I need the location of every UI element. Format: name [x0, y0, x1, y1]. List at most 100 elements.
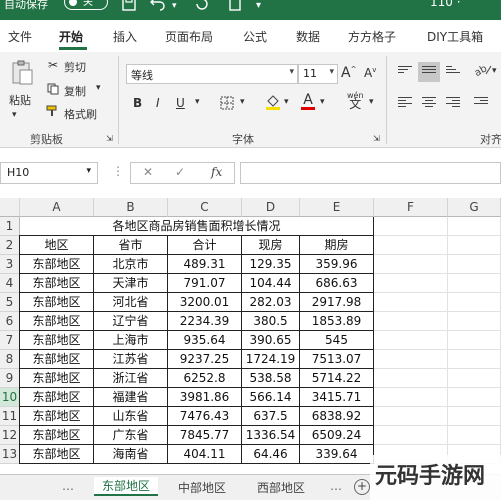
column-header[interactable]: F	[374, 198, 448, 217]
print-preview-icon[interactable]	[228, 0, 242, 15]
table-cell[interactable]: 404.11	[167, 444, 242, 464]
table-header-cell[interactable]: 现房	[241, 235, 300, 255]
column-header[interactable]: C	[168, 198, 242, 217]
table-cell[interactable]: 2917.98	[299, 292, 374, 312]
format-painter-button[interactable]: 格式刷	[64, 106, 97, 122]
cell[interactable]	[448, 331, 501, 350]
fill-color-dropdown-icon[interactable]: ▾	[284, 97, 289, 107]
cell[interactable]	[448, 217, 501, 236]
align-bottom-icon[interactable]	[446, 66, 460, 78]
table-header-cell[interactable]: 省市	[93, 235, 168, 255]
table-cell[interactable]: 东部地区	[19, 349, 94, 369]
table-cell[interactable]: 海南省	[93, 444, 168, 464]
tab-file[interactable]: 文件	[8, 28, 32, 45]
table-cell[interactable]: 129.35	[241, 254, 300, 274]
row-header[interactable]: 13	[0, 445, 20, 464]
table-cell[interactable]: 广东省	[93, 425, 168, 445]
table-cell[interactable]: 359.96	[299, 254, 374, 274]
add-sheet-button[interactable]: +	[354, 479, 370, 495]
row-header[interactable]: 9	[0, 369, 20, 388]
paste-button[interactable]: 粘贴	[9, 92, 31, 108]
table-cell[interactable]: 东部地区	[19, 311, 94, 331]
table-cell[interactable]: 东部地区	[19, 387, 94, 407]
decrease-indent-icon[interactable]	[474, 97, 488, 109]
table-cell[interactable]: 北京市	[93, 254, 168, 274]
table-cell[interactable]: 江苏省	[93, 349, 168, 369]
cell[interactable]	[448, 369, 501, 388]
row-header[interactable]: 3	[0, 255, 20, 274]
table-cell[interactable]: 282.03	[241, 292, 300, 312]
cell[interactable]	[448, 388, 501, 407]
row-header[interactable]: 1	[0, 217, 20, 236]
table-header-cell[interactable]: 期房	[299, 235, 374, 255]
table-cell[interactable]: 6252.8	[167, 368, 242, 388]
cell[interactable]	[448, 407, 501, 426]
align-left-icon[interactable]	[398, 97, 412, 109]
table-cell[interactable]: 1724.19	[241, 349, 300, 369]
phonetic-button[interactable]: wén 文	[347, 91, 364, 110]
copy-button[interactable]: 复制	[64, 83, 86, 99]
format-painter-icon[interactable]	[46, 105, 60, 120]
undo-icon[interactable]	[150, 0, 166, 15]
column-header[interactable]: A	[20, 198, 94, 217]
orientation-dropdown-icon[interactable]: ▾	[492, 66, 497, 76]
table-cell[interactable]: 3200.01	[167, 292, 242, 312]
table-cell[interactable]: 山东省	[93, 406, 168, 426]
table-cell[interactable]: 上海市	[93, 330, 168, 350]
cut-button[interactable]: 剪切	[64, 59, 86, 75]
table-cell[interactable]: 637.5	[241, 406, 300, 426]
italic-button[interactable]: I	[156, 96, 160, 110]
cell[interactable]	[374, 312, 448, 331]
table-cell[interactable]: 东部地区	[19, 406, 94, 426]
cell[interactable]	[374, 350, 448, 369]
worksheet-grid[interactable]: A B C D E F G 1 2 3 4 5 6 7 8 9 10 11 12 13 各地区商品房销售面积增长情况 地区…	[0, 198, 501, 468]
scissors-icon[interactable]: ✂	[48, 58, 58, 72]
table-cell[interactable]: 9237.25	[167, 349, 242, 369]
table-cell[interactable]: 538.58	[241, 368, 300, 388]
table-cell[interactable]: 5714.22	[299, 368, 374, 388]
table-cell[interactable]: 7476.43	[167, 406, 242, 426]
sheet-nav-ellipsis[interactable]: …	[62, 479, 74, 493]
table-cell[interactable]: 104.44	[241, 273, 300, 293]
table-cell[interactable]: 东部地区	[19, 330, 94, 350]
table-cell[interactable]: 935.64	[167, 330, 242, 350]
table-cell[interactable]: 1336.54	[241, 425, 300, 445]
table-cell[interactable]: 东部地区	[19, 368, 94, 388]
cell[interactable]	[374, 236, 448, 255]
row-header[interactable]: 6	[0, 312, 20, 331]
table-title[interactable]: 各地区商品房销售面积增长情况	[20, 217, 374, 236]
clipboard-launcher-icon[interactable]: ⇲	[106, 134, 113, 143]
column-header[interactable]: G	[448, 198, 501, 217]
cell[interactable]	[374, 331, 448, 350]
row-header[interactable]: 2	[0, 236, 20, 255]
row-header[interactable]: 12	[0, 426, 20, 445]
table-cell[interactable]: 天津市	[93, 273, 168, 293]
align-middle-icon[interactable]	[422, 66, 436, 78]
tab-formulas[interactable]: 公式	[243, 28, 267, 45]
table-cell[interactable]: 64.46	[241, 444, 300, 464]
copy-icon[interactable]	[47, 83, 59, 98]
bold-button[interactable]: B	[133, 96, 142, 110]
column-header[interactable]: E	[300, 198, 374, 217]
cell[interactable]	[374, 255, 448, 274]
table-cell[interactable]: 390.65	[241, 330, 300, 350]
orientation-icon[interactable]: ab	[473, 62, 492, 79]
paste-icon[interactable]	[10, 60, 34, 89]
cell[interactable]	[448, 312, 501, 331]
copy-dropdown-icon[interactable]: ▾	[96, 83, 101, 93]
save-icon[interactable]	[122, 0, 136, 15]
cell[interactable]	[374, 407, 448, 426]
table-cell[interactable]: 东部地区	[19, 254, 94, 274]
sheet-nav-ellipsis[interactable]: …	[330, 479, 342, 493]
table-cell[interactable]: 686.63	[299, 273, 374, 293]
row-header[interactable]: 5	[0, 293, 20, 312]
autosave-toggle[interactable]: 关	[64, 0, 108, 10]
decrease-font-size-button[interactable]: Av	[364, 66, 376, 80]
sheet-tab-east[interactable]: 东部地区	[94, 477, 159, 496]
select-all-corner[interactable]	[0, 198, 20, 217]
table-cell[interactable]: 7845.77	[167, 425, 242, 445]
redo-icon[interactable]	[195, 0, 209, 15]
paste-dropdown-icon[interactable]: ▾	[12, 110, 17, 120]
font-color-button[interactable]: A	[301, 92, 315, 110]
cell[interactable]	[374, 293, 448, 312]
